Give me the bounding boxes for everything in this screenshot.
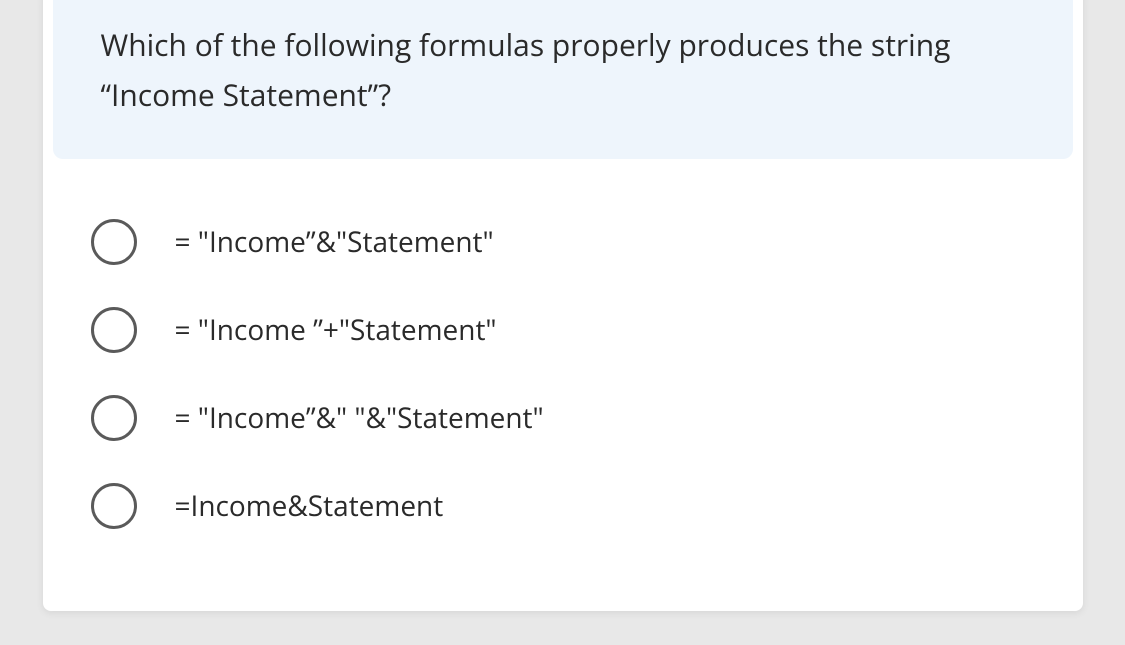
radio-icon[interactable]	[91, 483, 137, 529]
option-label: = "Income”&" "&"Statement"	[175, 399, 544, 437]
option-row-4[interactable]: =Income&Statement	[91, 483, 1035, 529]
radio-icon[interactable]	[91, 395, 137, 441]
quiz-card: Which of the following formulas properly…	[43, 0, 1083, 611]
options-area: = "Income”&"Statement" = "Income ”+"Stat…	[43, 159, 1083, 611]
radio-icon[interactable]	[91, 219, 137, 265]
option-row-3[interactable]: = "Income”&" "&"Statement"	[91, 395, 1035, 441]
radio-icon[interactable]	[91, 307, 137, 353]
option-label: = "Income ”+"Statement"	[175, 311, 497, 349]
question-box: Which of the following formulas properly…	[53, 0, 1073, 159]
question-text: Which of the following formulas properly…	[101, 20, 1025, 119]
option-row-2[interactable]: = "Income ”+"Statement"	[91, 307, 1035, 353]
option-label: = "Income”&"Statement"	[175, 223, 494, 261]
option-label: =Income&Statement	[175, 487, 444, 525]
option-row-1[interactable]: = "Income”&"Statement"	[91, 219, 1035, 265]
